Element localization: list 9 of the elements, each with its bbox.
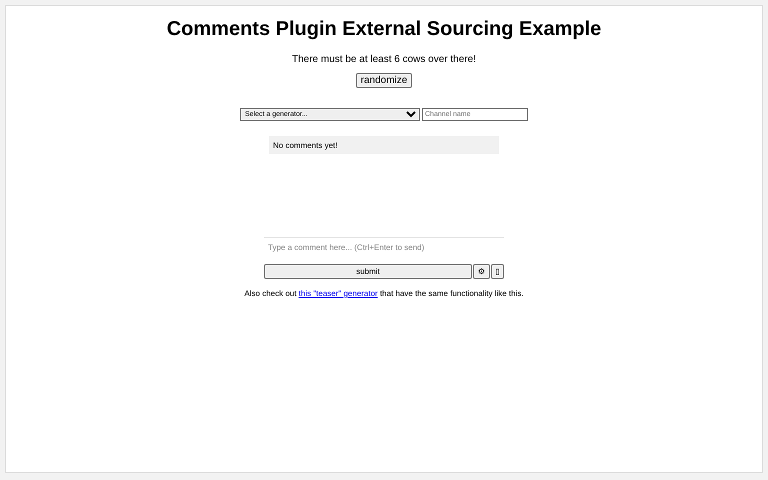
cow-message: There must be at least 6 cows over there! <box>292 54 476 65</box>
icon-button[interactable]: ▯ <box>491 264 504 279</box>
teaser-link[interactable]: this "teaser" generator <box>298 289 378 298</box>
submit-button[interactable]: submit <box>264 264 472 279</box>
footer-note: Also check out this "teaser" generator that have the same functionality like this. <box>244 289 524 298</box>
page-title: Comments Plugin External Sourcing Example <box>166 18 602 41</box>
empty-comments-text: No comments yet! <box>273 140 338 150</box>
randomize-button[interactable]: randomize <box>356 73 412 88</box>
icon-button[interactable]: ⚙ <box>473 264 490 279</box>
